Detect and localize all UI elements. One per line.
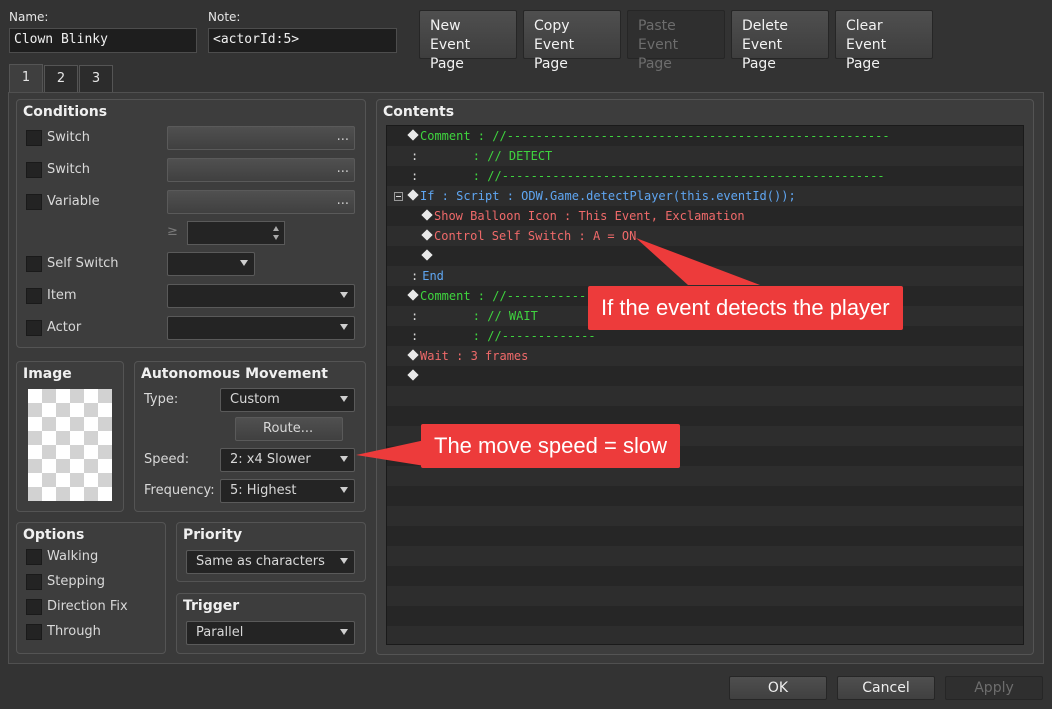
detect-arrow-pointer [636,238,760,285]
cancel-button[interactable]: Cancel [837,676,935,700]
ok-button[interactable]: OK [729,676,827,700]
detect-player-callout: If the event detects the player [588,286,903,330]
move-speed-callout: The move speed = slow [421,424,680,468]
speed-arrow-pointer [356,440,425,466]
apply-button[interactable]: Apply [945,676,1043,700]
annotation-arrows [356,238,760,466]
